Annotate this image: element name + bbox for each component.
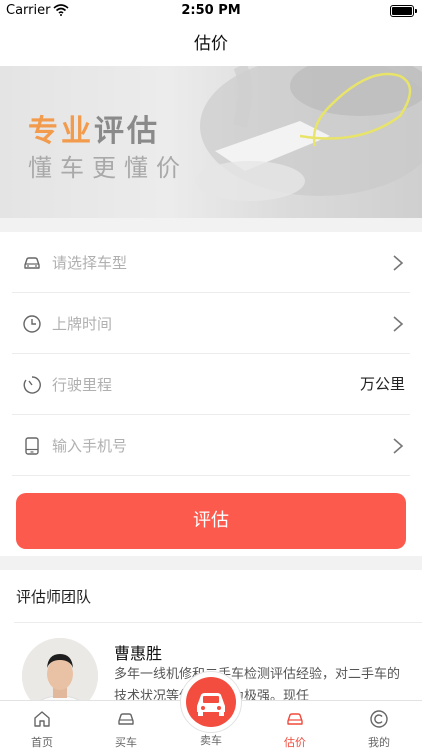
tab-label: 卖车 — [200, 734, 222, 747]
mileage-placeholder: 行驶里程 — [52, 376, 113, 394]
car-icon — [197, 693, 225, 716]
phone-icon — [25, 437, 39, 455]
status-bar: Carrier 2:50 PM — [0, 0, 422, 22]
valuation-form: 请选择车型 上牌时间 行驶里程 万公里 输入手机号 评估 — [0, 232, 422, 556]
appraiser-name: 曹惠胜 — [114, 644, 163, 663]
team-title: 评估师团队 — [16, 588, 92, 606]
tab-valuation[interactable]: 估价 — [253, 701, 337, 750]
chevron-right-icon — [393, 438, 404, 454]
page-title: 估价 — [194, 34, 228, 54]
appraiser-description: 多年一线机修和二手车检测评估经验，对二手车的技术状况等信息鉴定力极强。现任 — [114, 667, 401, 700]
car-icon — [287, 713, 303, 725]
tab-mine[interactable]: 我的 — [337, 701, 421, 750]
clock-icon — [23, 315, 41, 333]
car-model-placeholder: 请选择车型 — [52, 254, 128, 272]
mileage-unit: 万公里 — [359, 375, 405, 393]
avatar — [22, 638, 98, 700]
home-icon — [34, 711, 50, 727]
banner-title-rest: 评估 — [94, 114, 160, 149]
tab-label: 估价 — [284, 736, 306, 749]
sell-car-button[interactable] — [186, 677, 236, 727]
tab-buy-car[interactable]: 买车 — [84, 701, 168, 750]
status-time: 2:50 PM — [181, 3, 241, 18]
divider — [14, 622, 422, 623]
car-icon — [118, 713, 134, 725]
profile-icon — [370, 710, 388, 728]
phone-placeholder: 输入手机号 — [52, 437, 128, 455]
banner-subtitle: 懂车更懂价 — [28, 154, 188, 182]
battery-icon — [390, 5, 417, 17]
car-icon — [24, 257, 40, 269]
timer-icon — [23, 376, 41, 394]
nav-bar: 估价 — [0, 22, 422, 66]
banner-title: 专业评估 — [28, 106, 160, 150]
tab-home[interactable]: 首页 — [0, 701, 84, 750]
appraiser-photo — [22, 638, 98, 700]
reg-time-row[interactable]: 上牌时间 — [12, 293, 410, 354]
car-model-row[interactable]: 请选择车型 — [12, 232, 410, 293]
tab-label: 我的 — [368, 736, 390, 749]
tab-label: 买车 — [115, 736, 137, 749]
tab-label: 首页 — [31, 736, 53, 749]
evaluate-button[interactable]: 评估 — [16, 493, 406, 549]
banner-title-highlight: 专业 — [28, 114, 94, 149]
phone-row[interactable]: 输入手机号 — [12, 415, 410, 476]
mileage-row[interactable]: 行驶里程 万公里 — [12, 354, 410, 415]
chevron-right-icon — [393, 255, 404, 271]
reg-time-placeholder: 上牌时间 — [52, 315, 113, 333]
chevron-right-icon — [393, 316, 404, 332]
tab-sell-car[interactable] — [180, 671, 242, 733]
banner: 专业评估 懂车更懂价 — [0, 66, 422, 218]
tab-bar: 首页 买车 卖车 估价 我的 — [0, 671, 422, 750]
